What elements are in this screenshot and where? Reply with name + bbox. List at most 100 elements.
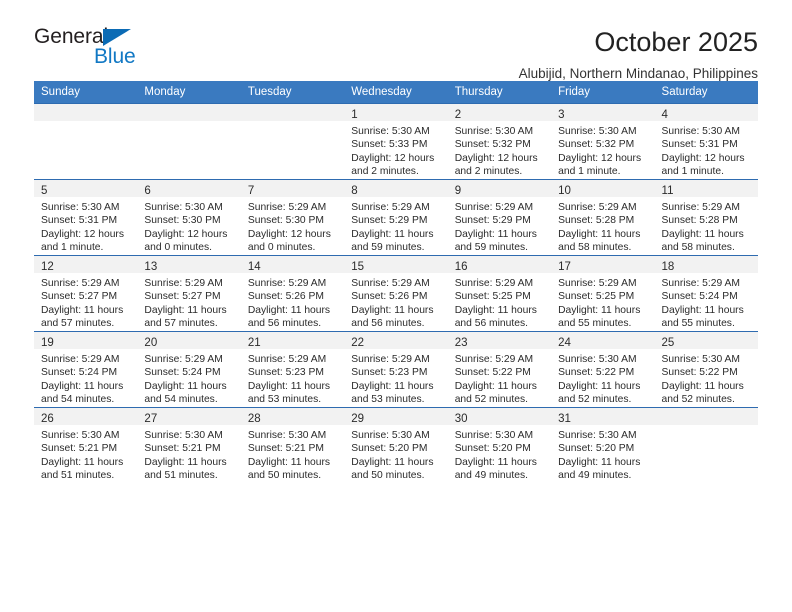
daylight-text: Daylight: 11 hours bbox=[454, 304, 537, 316]
day-cell[interactable]: 30 Sunrise: 5:30 AM Sunset: 5:20 PM Dayligh… bbox=[447, 407, 552, 483]
day-cell[interactable]: 3 Sunrise: 5:30 AM Sunset: 5:32 PM Daylight… bbox=[551, 103, 655, 180]
day-cell[interactable]: 9 Sunrise: 5:29 AM Sunset: 5:29 PM Daylight… bbox=[447, 179, 552, 256]
day-number-band: 27 bbox=[137, 408, 241, 425]
daylight-text: Daylight: 11 hours bbox=[661, 380, 744, 392]
day-cell[interactable]: 24 Sunrise: 5:30 AM Sunset: 5:22 PM Dayligh… bbox=[551, 331, 655, 408]
daylight-text: Daylight: 12 hours bbox=[247, 228, 331, 240]
day-number-band bbox=[34, 104, 138, 121]
page-header: General Blue October 2025 Alubijid, Nort… bbox=[34, 0, 758, 81]
sunset-text: Sunset: 5:24 PM bbox=[144, 367, 221, 379]
daylight-text: Daylight: 12 hours bbox=[41, 228, 124, 240]
day-cell[interactable]: 14 Sunrise: 5:29 AM Sunset: 5:26 PM Dayligh… bbox=[240, 255, 345, 332]
daylight-text-cont: and 1 minute. bbox=[661, 165, 724, 177]
logo-triangle-icon bbox=[103, 29, 131, 46]
sunset-text: Sunset: 5:25 PM bbox=[558, 291, 635, 303]
day-cell[interactable]: 1 Sunrise: 5:30 AM Sunset: 5:33 PM Daylight… bbox=[344, 103, 448, 180]
day-number: 24 bbox=[558, 337, 571, 349]
day-number-band: 12 bbox=[34, 256, 138, 273]
daylight-text: Daylight: 11 hours bbox=[351, 380, 434, 392]
day-cell[interactable]: 31 Sunrise: 5:30 AM Sunset: 5:20 PM Dayligh… bbox=[551, 407, 655, 483]
sunrise-text: Sunrise: 5:30 AM bbox=[41, 202, 120, 213]
day-cell[interactable]: 19 Sunrise: 5:29 AM Sunset: 5:24 PM Dayligh… bbox=[34, 331, 138, 408]
day-cell[interactable]: 13 Sunrise: 5:29 AM Sunset: 5:27 PM Dayligh… bbox=[137, 255, 241, 332]
day-cell[interactable]: 4 Sunrise: 5:30 AM Sunset: 5:31 PM Daylight… bbox=[654, 103, 758, 180]
sunset-text: Sunset: 5:29 PM bbox=[454, 215, 531, 227]
daylight-text-cont: and 52 minutes. bbox=[454, 393, 528, 405]
day-cell[interactable]: 12 Sunrise: 5:29 AM Sunset: 5:27 PM Dayligh… bbox=[34, 255, 138, 332]
sunrise-text: Sunrise: 5:29 AM bbox=[247, 278, 327, 289]
daylight-text: Daylight: 11 hours bbox=[661, 228, 744, 240]
sunset-text: Sunset: 5:30 PM bbox=[247, 215, 324, 227]
day-cell[interactable]: 7 Sunrise: 5:29 AM Sunset: 5:30 PM Daylight… bbox=[240, 179, 345, 256]
day-cell[interactable]: 10 Sunrise: 5:29 AM Sunset: 5:28 PM Dayligh… bbox=[551, 179, 655, 256]
day-cell[interactable]: 6 Sunrise: 5:30 AM Sunset: 5:30 PM Daylight… bbox=[137, 179, 241, 256]
day-details: Sunrise: 5:30 AM Sunset: 5:20 PM Daylight:… bbox=[448, 425, 551, 482]
day-number-band: 7 bbox=[240, 180, 345, 197]
day-cell[interactable]: 22 Sunrise: 5:29 AM Sunset: 5:23 PM Dayligh… bbox=[344, 331, 448, 408]
weekday-header-saturday: Saturday bbox=[654, 81, 758, 104]
day-cell[interactable]: 5 Sunrise: 5:30 AM Sunset: 5:31 PM Daylight… bbox=[34, 179, 138, 256]
day-cell[interactable]: 20 Sunrise: 5:29 AM Sunset: 5:24 PM Dayligh… bbox=[137, 331, 241, 408]
day-cell[interactable]: 18 Sunrise: 5:29 AM Sunset: 5:24 PM Dayligh… bbox=[654, 255, 758, 332]
day-cell[interactable]: 23 Sunrise: 5:29 AM Sunset: 5:22 PM Dayligh… bbox=[447, 331, 552, 408]
weekday-header-friday: Friday bbox=[551, 81, 655, 104]
day-number-band bbox=[654, 408, 758, 425]
day-cell[interactable]: 8 Sunrise: 5:29 AM Sunset: 5:29 PM Daylight… bbox=[344, 179, 448, 256]
day-cell[interactable]: 27 Sunrise: 5:30 AM Sunset: 5:21 PM Dayligh… bbox=[137, 407, 241, 483]
day-cell[interactable]: 16 Sunrise: 5:29 AM Sunset: 5:25 PM Dayligh… bbox=[447, 255, 552, 332]
day-number-band: 14 bbox=[240, 256, 345, 273]
day-number: 10 bbox=[558, 185, 571, 197]
sunrise-text: Sunrise: 5:29 AM bbox=[144, 354, 223, 365]
daylight-text: Daylight: 11 hours bbox=[41, 456, 124, 468]
sunrise-text: Sunrise: 5:29 AM bbox=[351, 202, 430, 213]
sunrise-text: Sunrise: 5:30 AM bbox=[558, 430, 637, 441]
daylight-text: Daylight: 11 hours bbox=[247, 380, 331, 392]
sunrise-text: Sunrise: 5:30 AM bbox=[351, 126, 430, 137]
day-number-band: 8 bbox=[344, 180, 448, 197]
sunset-text: Sunset: 5:27 PM bbox=[144, 291, 221, 303]
day-number: 2 bbox=[454, 109, 462, 121]
day-details bbox=[137, 121, 240, 125]
day-cell-empty bbox=[137, 103, 241, 180]
title-block: October 2025 Alubijid, Northern Mindanao… bbox=[519, 26, 758, 82]
weekday-header-monday: Monday bbox=[137, 81, 241, 104]
sunrise-text: Sunrise: 5:30 AM bbox=[558, 354, 637, 365]
day-details: Sunrise: 5:29 AM Sunset: 5:23 PM Daylight:… bbox=[344, 349, 447, 406]
sunset-text: Sunset: 5:23 PM bbox=[247, 367, 324, 379]
day-details: Sunrise: 5:29 AM Sunset: 5:28 PM Daylight:… bbox=[551, 197, 654, 254]
day-details bbox=[655, 425, 758, 429]
logo-text-blue: Blue bbox=[94, 45, 136, 68]
day-number-band: 5 bbox=[34, 180, 138, 197]
day-cell[interactable]: 26 Sunrise: 5:30 AM Sunset: 5:21 PM Dayligh… bbox=[34, 407, 138, 483]
day-cell[interactable]: 11 Sunrise: 5:29 AM Sunset: 5:28 PM Dayligh… bbox=[654, 179, 758, 256]
day-details: Sunrise: 5:29 AM Sunset: 5:25 PM Daylight:… bbox=[448, 273, 551, 330]
daylight-text-cont: and 2 minutes. bbox=[454, 165, 523, 177]
day-number: 28 bbox=[247, 413, 261, 425]
sunrise-text: Sunrise: 5:29 AM bbox=[351, 278, 430, 289]
day-number: 3 bbox=[558, 109, 565, 121]
day-cell[interactable]: 15 Sunrise: 5:29 AM Sunset: 5:26 PM Dayligh… bbox=[344, 255, 448, 332]
page-subtitle: Alubijid, Northern Mindanao, Philippines bbox=[518, 65, 758, 81]
logo-text-general: General bbox=[34, 25, 109, 48]
day-details: Sunrise: 5:30 AM Sunset: 5:21 PM Daylight:… bbox=[137, 425, 240, 482]
day-cell[interactable]: 29 Sunrise: 5:30 AM Sunset: 5:20 PM Dayligh… bbox=[344, 407, 448, 483]
weekday-header-tuesday: Tuesday bbox=[240, 81, 345, 104]
sunset-text: Sunset: 5:20 PM bbox=[351, 443, 428, 455]
sunrise-text: Sunrise: 5:30 AM bbox=[351, 430, 430, 441]
day-cell[interactable]: 25 Sunrise: 5:30 AM Sunset: 5:22 PM Dayligh… bbox=[654, 331, 758, 408]
daylight-text-cont: and 54 minutes. bbox=[144, 393, 218, 405]
sunset-text: Sunset: 5:22 PM bbox=[454, 367, 531, 379]
day-details: Sunrise: 5:30 AM Sunset: 5:22 PM Daylight:… bbox=[655, 349, 758, 406]
sunrise-text: Sunrise: 5:30 AM bbox=[661, 354, 740, 365]
day-number-band: 1 bbox=[344, 104, 448, 121]
day-cell[interactable]: 2 Sunrise: 5:30 AM Sunset: 5:32 PM Daylight… bbox=[447, 103, 552, 180]
day-cell[interactable]: 21 Sunrise: 5:29 AM Sunset: 5:23 PM Dayligh… bbox=[240, 331, 345, 408]
day-number-band: 21 bbox=[240, 332, 345, 349]
day-details: Sunrise: 5:29 AM Sunset: 5:29 PM Daylight:… bbox=[344, 197, 447, 254]
day-cell[interactable]: 28 Sunrise: 5:30 AM Sunset: 5:21 PM Dayligh… bbox=[240, 407, 345, 483]
daylight-text-cont: and 52 minutes. bbox=[661, 393, 735, 405]
day-cell[interactable]: 17 Sunrise: 5:29 AM Sunset: 5:25 PM Dayligh… bbox=[551, 255, 655, 332]
day-number: 31 bbox=[558, 413, 571, 425]
day-number-band: 26 bbox=[34, 408, 138, 425]
sunrise-text: Sunrise: 5:30 AM bbox=[144, 202, 223, 213]
